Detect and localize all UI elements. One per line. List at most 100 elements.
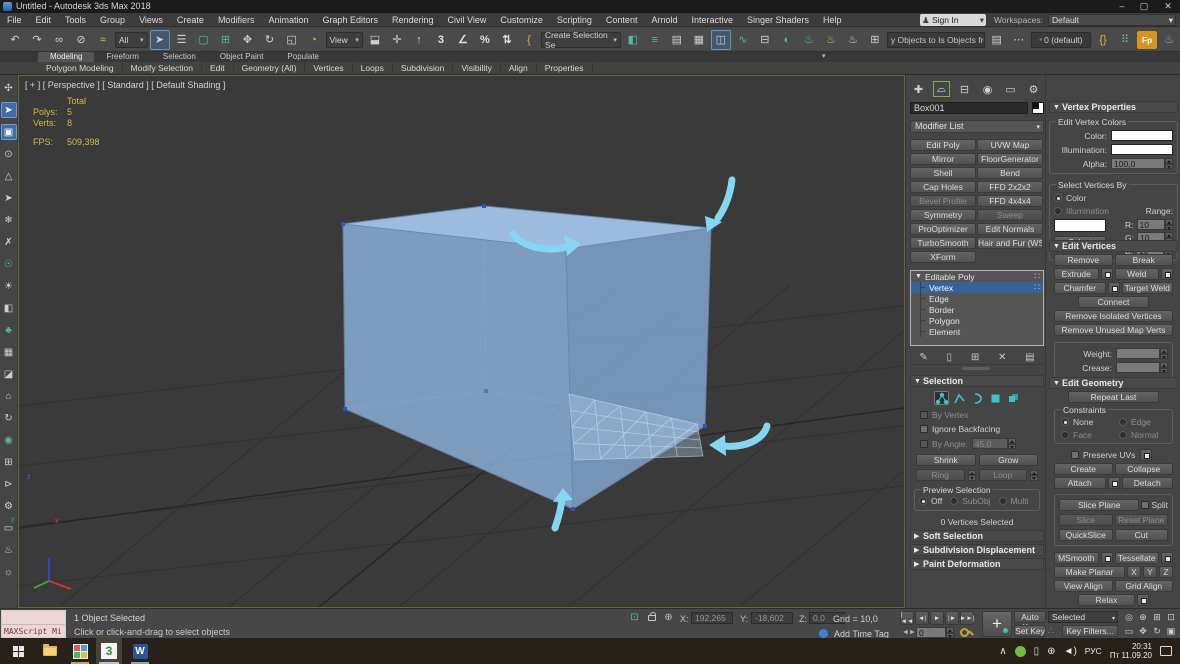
modifier-button[interactable]: Symmetry: [910, 209, 976, 221]
object-color-swatch[interactable]: [1032, 102, 1044, 114]
reference-coordinate-system-dropdown[interactable]: View ▾: [326, 32, 363, 48]
constraint-edge-radio[interactable]: [1119, 418, 1127, 426]
app-taskbar-icon[interactable]: [68, 638, 92, 664]
display-tab-icon[interactable]: ▭: [1002, 81, 1019, 97]
close-button[interactable]: ✕: [1158, 0, 1178, 13]
scene-explorer-list-icon[interactable]: ▤: [987, 30, 1007, 50]
align-flyout-icon[interactable]: ≡: [645, 30, 665, 50]
undo-icon[interactable]: ↶: [5, 30, 25, 50]
modifier-button[interactable]: TurboSmooth: [910, 237, 976, 249]
ribbon-panel-button[interactable]: Subdivision: [393, 62, 453, 74]
previous-frame-button[interactable]: ◄|: [915, 611, 929, 625]
schematic-view-icon[interactable]: ⊟: [755, 30, 775, 50]
cut-button[interactable]: Cut: [1115, 529, 1169, 541]
curve-editor-icon[interactable]: ∿: [733, 30, 753, 50]
collapsed-rollout[interactable]: ▶Subdivision Displacement: [910, 544, 1044, 556]
menu-item[interactable]: Tools: [58, 13, 93, 27]
select-by-illumination-radio[interactable]: [1054, 207, 1062, 215]
stack-subobject-row[interactable]: Element: [911, 326, 1043, 337]
selection-filter-dropdown[interactable]: All ▾: [115, 32, 148, 48]
ribbon-panel-button[interactable]: Modify Selection: [123, 62, 202, 74]
rollout-selection[interactable]: ▼Selection: [910, 375, 1044, 387]
ribbon-panel-button[interactable]: Visibility: [453, 62, 501, 74]
by-angle-checkbox[interactable]: [920, 440, 928, 448]
select-object-icon[interactable]: ➤: [150, 30, 170, 50]
ribbon-panel-button[interactable]: Loops: [353, 62, 393, 74]
use-center-flyout-icon[interactable]: ⬓: [365, 30, 385, 50]
3ds-max-taskbar-icon[interactable]: 3: [96, 638, 122, 664]
box-grid-icon[interactable]: ⊞: [1, 454, 17, 470]
select-by-color-radio[interactable]: [1054, 194, 1062, 202]
planar-x-button[interactable]: X: [1127, 566, 1141, 578]
menu-item[interactable]: Create: [170, 13, 211, 27]
constraint-normal-radio[interactable]: [1119, 431, 1127, 439]
isolate-prompt-field[interactable]: y Objects to Is Objects fron: [887, 32, 985, 48]
edit-named-selection-sets-icon[interactable]: {: [519, 30, 539, 50]
tessellate-settings-button[interactable]: [1161, 552, 1173, 564]
collapsed-rollout[interactable]: ▶Soft Selection: [910, 530, 1044, 542]
menu-item[interactable]: Graph Editors: [315, 13, 385, 27]
material-editor-icon[interactable]: ◐: [777, 30, 797, 50]
ribbon-panel-button[interactable]: Geometry (All): [234, 62, 306, 74]
grid-icon[interactable]: ▦: [1, 344, 17, 360]
pin-stack-icon[interactable]: ✎: [919, 352, 927, 363]
toggle-scene-explorer-icon[interactable]: ▤: [667, 30, 687, 50]
collapsed-rollout[interactable]: ▶Paint Deformation: [910, 558, 1044, 570]
modifier-button[interactable]: Shell: [910, 167, 976, 179]
snaps-toggle-icon[interactable]: 3: [431, 30, 451, 50]
repeat-last-button[interactable]: Repeat Last: [1068, 391, 1159, 403]
active-layer-chip[interactable]: ▪ 0 (default): [1031, 32, 1091, 48]
crease-spinner[interactable]: [1116, 362, 1168, 373]
percent-snap-toggle-icon[interactable]: %: [475, 30, 495, 50]
go-to-start-button[interactable]: |◄◄: [900, 611, 914, 625]
rollout-edit-vertices[interactable]: ▼Edit Vertices: [1049, 240, 1178, 252]
bind-to-space-warp-icon[interactable]: ≈: [93, 30, 113, 50]
ribbon-panel-button[interactable]: Vertices: [305, 62, 352, 74]
weight-spinner[interactable]: [1116, 348, 1168, 359]
unlink-selection-icon[interactable]: ⊘: [71, 30, 91, 50]
extrude-button[interactable]: Extrude: [1054, 268, 1099, 280]
device-tray-icon[interactable]: ▯: [1034, 646, 1040, 657]
select-by-name-icon[interactable]: ☰: [172, 30, 192, 50]
select-and-scale-icon[interactable]: ◱: [282, 30, 302, 50]
select-and-place-icon[interactable]: ◔: [304, 30, 324, 50]
file-explorer-taskbar-icon[interactable]: [38, 638, 62, 664]
mirror-icon[interactable]: ◧: [623, 30, 643, 50]
selection-set-dropdown[interactable]: Selected▾: [1048, 611, 1118, 623]
workspace-dropdown[interactable]: Default ▾: [1048, 14, 1176, 26]
key-filter-paw-icon[interactable]: ∴: [1048, 626, 1054, 637]
select-and-move-icon[interactable]: ✥: [238, 30, 258, 50]
connect-button[interactable]: Connect: [1078, 296, 1149, 308]
figure-icon[interactable]: ✣: [1, 80, 17, 96]
fp-plugin-badge[interactable]: Fp: [1137, 31, 1157, 49]
toggle-ribbon-icon[interactable]: ◫: [711, 30, 731, 50]
menu-item[interactable]: Scripting: [550, 13, 599, 27]
polygon-subobject-icon[interactable]: [988, 391, 1003, 405]
preview-subobj-radio[interactable]: [950, 497, 958, 505]
remove-unused-map-verts-button[interactable]: Remove Unused Map Verts: [1054, 324, 1173, 336]
remove-isolated-vertices-button[interactable]: Remove Isolated Vertices: [1054, 310, 1173, 322]
loop-button[interactable]: Loop: [979, 469, 1028, 481]
layer-list-icon[interactable]: ⋯: [1009, 30, 1029, 50]
msmooth-settings-button[interactable]: [1101, 552, 1113, 564]
modifier-button[interactable]: Bend: [977, 167, 1043, 179]
ramp-icon[interactable]: ◪: [1, 366, 17, 382]
constraint-face-radio[interactable]: [1061, 431, 1069, 439]
break-button[interactable]: Break: [1115, 254, 1174, 266]
loop-spinner[interactable]: [1030, 470, 1038, 481]
msmooth-button[interactable]: MSmooth: [1054, 552, 1099, 564]
attach-settings-button[interactable]: [1108, 477, 1120, 489]
named-selection-set-dropdown[interactable]: Create Selection Se ▾: [541, 32, 621, 48]
zoom-extents-icon[interactable]: ⊞: [1150, 610, 1164, 624]
foliage-icon[interactable]: ♣: [1, 322, 17, 338]
preserve-uvs-checkbox[interactable]: [1071, 451, 1079, 459]
menu-item[interactable]: Edit: [29, 13, 59, 27]
slice-plane-button[interactable]: Slice Plane: [1059, 499, 1139, 511]
edge-subobject-icon[interactable]: [952, 391, 967, 405]
remove-button[interactable]: Remove: [1054, 254, 1113, 266]
volume-tray-icon[interactable]: ◄): [1064, 646, 1077, 657]
ribbon-tab[interactable]: Modeling: [38, 52, 94, 62]
start-button[interactable]: [6, 638, 30, 664]
rollout-edit-geometry[interactable]: ▼Edit Geometry: [1049, 377, 1178, 389]
frame-number-spinner[interactable]: 0: [916, 627, 954, 638]
